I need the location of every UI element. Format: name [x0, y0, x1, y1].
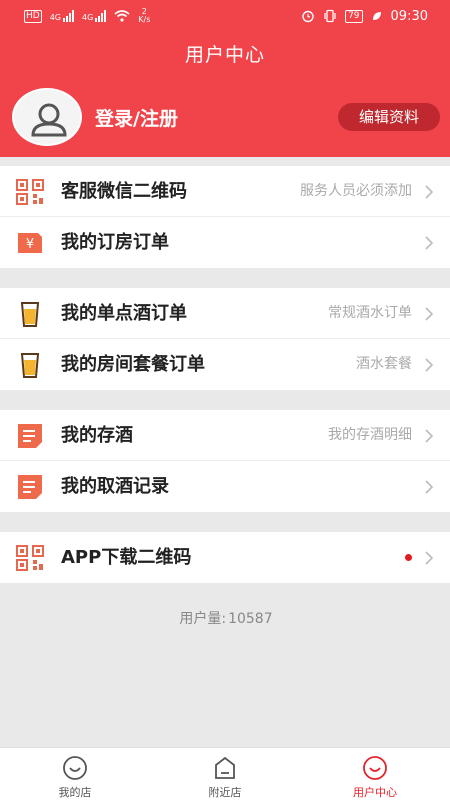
avatar[interactable]	[12, 88, 82, 146]
user-count-value: 10587	[228, 611, 273, 627]
edit-profile-button[interactable]: 编辑资料	[338, 103, 440, 131]
menu-item-label: 我的存酒	[61, 425, 133, 446]
menu-group-stored-wine: 我的存酒 我的存酒明细 我的取酒记录	[0, 410, 450, 512]
qr-code-icon	[16, 179, 44, 205]
menu-item-subtitle: 服务人员必须添加	[300, 183, 412, 199]
clock: 09:30	[390, 8, 428, 24]
menu-item-room-orders[interactable]: ¥ 我的订房订单	[0, 217, 450, 268]
header: HD 4G 4G 2 K/s 79 09:30 用户中心 登录/注册 编辑资料	[0, 0, 450, 157]
net-speed: 2 K/s	[138, 7, 151, 24]
bottom-tab-bar: 我的店 附近店 用户中心	[0, 747, 450, 800]
tab-label: 附近店	[208, 786, 242, 799]
chevron-right-icon	[425, 480, 434, 494]
chevron-right-icon	[425, 185, 434, 199]
wifi-icon	[114, 10, 130, 22]
tab-label: 用户中心	[353, 786, 397, 799]
tab-label: 我的店	[58, 786, 92, 799]
yen-tag-icon: ¥	[18, 233, 42, 253]
note-icon	[18, 475, 42, 499]
menu-item-single-drink-orders[interactable]: 我的单点酒订单 常规酒水订单	[0, 288, 450, 339]
battery-icon: 79	[345, 9, 363, 23]
menu-item-subtitle: 我的存酒明细	[328, 427, 412, 443]
login-register-link[interactable]: 登录/注册	[95, 104, 178, 131]
page-title: 用户中心	[184, 44, 265, 66]
menu-group-drink-orders: 我的单点酒订单 常规酒水订单 我的房间套餐订单 酒水套餐	[0, 288, 450, 390]
beer-glass-icon	[20, 353, 40, 378]
user-count: 用户量: 10587	[0, 608, 450, 628]
note-icon	[18, 424, 42, 448]
menu-item-app-download-qr[interactable]: APP下载二维码	[0, 532, 450, 583]
notification-dot	[405, 554, 412, 561]
menu-item-stored-wine[interactable]: 我的存酒 我的存酒明细	[0, 410, 450, 461]
beer-glass-icon	[20, 302, 40, 327]
signal-icon-1: 4G	[50, 10, 74, 22]
svg-text:¥: ¥	[26, 237, 34, 252]
vibrate-icon	[324, 9, 336, 23]
tab-nearby-stores[interactable]: 附近店	[150, 748, 300, 800]
menu-item-wine-pickup-records[interactable]: 我的取酒记录	[0, 461, 450, 512]
menu-group-app-download: APP下载二维码	[0, 532, 450, 583]
menu-item-subtitle: 酒水套餐	[356, 356, 412, 372]
menu-item-subtitle: 常规酒水订单	[328, 305, 412, 321]
menu-item-room-package-orders[interactable]: 我的房间套餐订单 酒水套餐	[0, 339, 450, 390]
qr-code-icon	[16, 545, 44, 571]
chevron-right-icon	[425, 236, 434, 250]
menu-item-label: 我的订房订单	[61, 232, 169, 253]
chevron-right-icon	[425, 551, 434, 565]
alarm-icon	[302, 10, 314, 23]
user-count-label: 用户量:	[179, 611, 227, 627]
smile-icon	[63, 756, 87, 780]
menu-item-label: 我的单点酒订单	[61, 303, 187, 324]
shop-icon	[215, 756, 235, 779]
tab-my-store[interactable]: 我的店	[0, 748, 150, 800]
tab-user-center[interactable]: 用户中心	[300, 748, 450, 800]
menu-item-label: 我的取酒记录	[61, 476, 169, 497]
chevron-right-icon	[425, 307, 434, 321]
menu-item-service-wechat-qr[interactable]: 客服微信二维码 服务人员必须添加	[0, 166, 450, 217]
menu-group-service: 客服微信二维码 服务人员必须添加 ¥ 我的订房订单	[0, 166, 450, 268]
smile-icon	[363, 756, 387, 780]
chevron-right-icon	[425, 358, 434, 372]
leaf-icon	[372, 12, 381, 20]
user-icon	[31, 103, 67, 137]
menu-item-label: APP下载二维码	[61, 547, 192, 568]
status-bar: HD 4G 4G 2 K/s 79 09:30	[0, 0, 450, 32]
signal-icon-2: 4G	[82, 10, 107, 22]
menu-item-label: 客服微信二维码	[61, 181, 187, 202]
hd-badge: HD	[24, 9, 42, 23]
menu-item-label: 我的房间套餐订单	[61, 354, 205, 375]
chevron-right-icon	[425, 429, 434, 443]
